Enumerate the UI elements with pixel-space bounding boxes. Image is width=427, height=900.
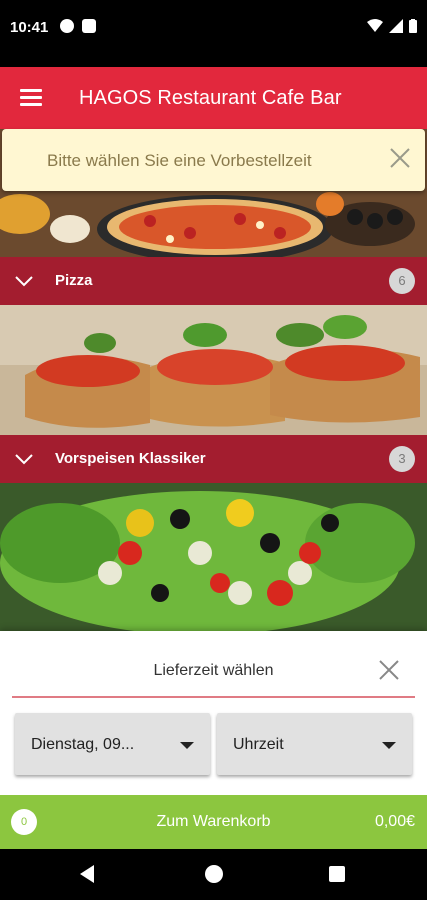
battery-icon: [409, 19, 417, 33]
category-row-pizza[interactable]: Pizza 6: [0, 257, 427, 305]
time-select-value: Uhrzeit: [233, 736, 284, 753]
banner-text: Bitte wählen Sie eine Vorbestellzeit: [47, 151, 312, 170]
recent-apps-icon[interactable]: [329, 866, 345, 882]
preorder-time-banner: Bitte wählen Sie eine Vorbestellzeit: [2, 129, 425, 191]
cart-button[interactable]: 0 Zum Warenkorb 0,00€: [0, 795, 427, 849]
sd-card-icon: [82, 19, 96, 33]
menu-category-list[interactable]: Pizza 6 Vorspeisen Klassiker 3: [0, 129, 427, 631]
cart-total: 0,00€: [374, 813, 415, 830]
sheet-divider: [12, 696, 415, 698]
time-select[interactable]: Uhrzeit: [217, 713, 412, 775]
chevron-down-icon: [15, 276, 33, 287]
back-icon[interactable]: [80, 865, 94, 883]
category-row-vorspeisen[interactable]: Vorspeisen Klassiker 3: [0, 435, 427, 483]
date-select[interactable]: Dienstag, 09...: [15, 713, 210, 775]
chevron-down-icon: [15, 454, 33, 465]
close-icon[interactable]: [389, 147, 411, 169]
dropdown-caret-icon: [382, 742, 396, 749]
status-bar: 10:41: [0, 0, 427, 60]
category-count-badge: 6: [389, 268, 415, 294]
app-title: HAGOS Restaurant Cafe Bar: [79, 87, 342, 109]
app-bar: HAGOS Restaurant Cafe Bar: [0, 67, 427, 129]
wifi-icon: [367, 19, 383, 32]
home-icon[interactable]: [205, 865, 223, 883]
category-count-badge: 3: [389, 446, 415, 472]
status-time: 10:41: [10, 19, 49, 36]
category-label: Vorspeisen Klassiker: [55, 450, 206, 467]
app-notification-icon: [60, 19, 74, 33]
close-icon[interactable]: [378, 659, 400, 681]
vorspeisen-image[interactable]: [0, 305, 427, 435]
system-nav-bar: [0, 849, 427, 900]
notification-icons: [60, 19, 96, 33]
salad-image[interactable]: [0, 483, 427, 631]
cart-label: Zum Warenkorb: [156, 813, 271, 830]
delivery-time-sheet: Lieferzeit wählen Dienstag, 09... Uhrzei…: [0, 631, 427, 795]
system-icons: [367, 19, 417, 33]
sheet-title: Lieferzeit wählen: [153, 662, 274, 679]
signal-icon: [389, 19, 403, 33]
hamburger-menu-icon[interactable]: [20, 89, 42, 107]
category-label: Pizza: [55, 272, 93, 289]
dropdown-caret-icon: [180, 742, 194, 749]
date-select-value: Dienstag, 09...: [31, 736, 135, 753]
